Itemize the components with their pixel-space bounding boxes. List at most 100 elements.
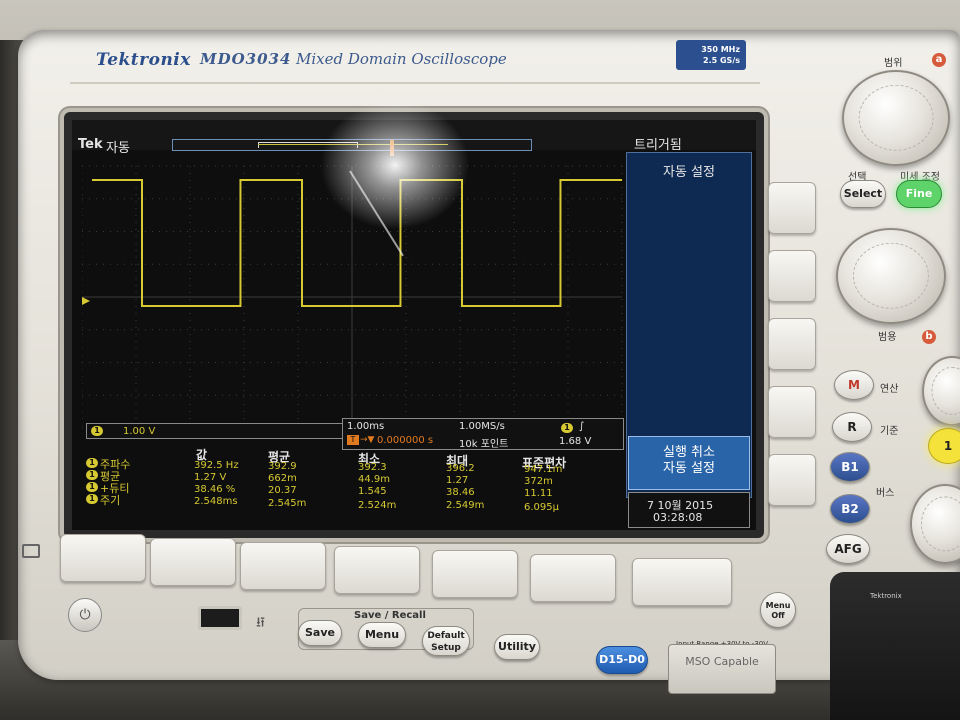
spec-sample-rate: 2.5 GS/s (703, 56, 740, 65)
undo-autoset-button[interactable]: 실행 취소 자동 설정 (628, 436, 750, 490)
meas-mean: 662m (268, 473, 297, 484)
side-bezel-button-1[interactable] (768, 182, 816, 234)
meas-min: 1.545 (358, 486, 387, 497)
save-button[interactable]: Save (298, 620, 342, 646)
side-bezel-button-3[interactable] (768, 318, 816, 370)
default-setup-button[interactable]: Default Setup (422, 626, 470, 656)
reference-button[interactable]: R (832, 412, 872, 442)
save-recall-label: Save / Recall (354, 610, 426, 621)
meas-stddev: 947.1m (524, 464, 563, 475)
date-time-readout[interactable]: 7 10월 2015 03:28:08 (628, 492, 750, 528)
meas-chip: 1 (86, 470, 98, 480)
meas-max: 2.549m (446, 500, 485, 511)
channel1-waveform (92, 179, 622, 307)
meas-min: 392.3 (358, 462, 387, 473)
channel1-ground-marker[interactable] (82, 297, 90, 305)
tek-label: Tek (78, 137, 103, 152)
meas-stddev: 11.11 (524, 488, 553, 499)
side-menu-title: 자동 설정 (663, 165, 715, 180)
meas-stddev: 6.095μ (524, 502, 559, 513)
side-bezel-button-5[interactable] (768, 454, 816, 506)
channel1-scale: 1.00 V (123, 426, 156, 437)
mso-capable-cover: MSO Capable (668, 644, 776, 694)
meas-label-period: 주기 (100, 494, 121, 507)
sample-rate: 1.00MS/s (459, 421, 505, 432)
horizontal-delay: 0.000000 s (377, 435, 434, 446)
reference-label: 기준 (880, 426, 899, 437)
bottom-bezel-button-2[interactable] (150, 538, 236, 586)
brand-logo: Tektronix (96, 50, 191, 70)
power-button[interactable]: ⏻ (68, 598, 102, 632)
record-trace (258, 144, 448, 145)
math-label: 연산 (880, 384, 899, 395)
meas-value: 2.548ms (194, 496, 238, 507)
meas-chip: 1 (86, 482, 98, 492)
meas-min: 2.524m (358, 500, 397, 511)
grid-lines (82, 165, 623, 429)
record-view-bar (172, 139, 532, 151)
multipurpose-knob-b[interactable] (836, 228, 946, 324)
trigger-status: 트리거됨 (634, 138, 682, 153)
meas-max: 396.2 (446, 463, 475, 474)
math-button[interactable]: M (834, 370, 874, 400)
meas-max: 1.27 (446, 475, 469, 486)
meas-stddev: 372m (524, 476, 553, 487)
side-bezel-button-4[interactable] (768, 386, 816, 438)
meas-value: 38.46 % (194, 484, 236, 495)
digital-channels-button[interactable]: D15-D0 (596, 646, 648, 674)
bottom-bezel-button-7[interactable] (632, 558, 732, 606)
trigger-marker: T (347, 435, 359, 445)
bottom-bezel-button-3[interactable] (240, 542, 326, 590)
bottom-bezel-button-4[interactable] (334, 546, 420, 594)
probe-label: Tektronix (870, 592, 902, 600)
oscilloscope-screen[interactable]: Tek 자동 트리거됨 자동 설정 실행 취소 자동 설정 1 1.00 V 1… (72, 120, 756, 530)
channel1-chip: 1 (91, 426, 103, 436)
channel1-button[interactable]: 1 (928, 428, 960, 464)
status-bar: Tek 자동 트리거됨 (72, 120, 756, 156)
trigger-level: 1.68 V (559, 436, 592, 447)
timebase-readout[interactable]: 1.00ms 1.00MS/s T →▼ 0.000000 s 10k 포인트 … (342, 418, 624, 450)
delay-arrow-icon: →▼ (360, 435, 375, 445)
bus-b1-button[interactable]: B1 (830, 452, 870, 482)
trigger-position-marker[interactable] (390, 140, 394, 156)
meas-chip: 1 (86, 494, 98, 504)
range-label-a: 범위 (884, 58, 903, 69)
menu-button[interactable]: Menu (358, 622, 406, 648)
usb-port (198, 606, 242, 630)
knob-b-badge: b (922, 330, 936, 344)
meas-value: 1.27 V (194, 472, 227, 483)
record-window (258, 142, 358, 148)
time-per-div: 1.00ms (347, 421, 385, 432)
meas-max: 38.46 (446, 487, 475, 498)
measurement-table: 값 평균 최소 최대 표준편차 1 주파수 392.5 Hz 392.9 392… (86, 448, 626, 528)
undo-autoset-line1: 실행 취소 (663, 445, 715, 460)
range-label-b: 범용 (878, 332, 897, 343)
side-bezel-button-2[interactable] (768, 250, 816, 302)
trigger-slope-icon: ∫ (579, 421, 585, 432)
bottom-bezel-button-6[interactable] (530, 554, 616, 602)
device-subtitle: Mixed Domain Oscilloscope (296, 50, 507, 68)
clock-time: 03:28:08 (653, 511, 703, 524)
bottom-bezel-button-5[interactable] (432, 550, 518, 598)
afg-button[interactable]: AFG (826, 534, 870, 564)
meas-mean: 392.9 (268, 461, 297, 472)
printer-icon[interactable] (22, 544, 40, 558)
acquisition-mode: 자동 (106, 141, 130, 156)
meas-mean: 2.545m (268, 498, 307, 509)
menu-off-button[interactable]: Menu Off (760, 592, 796, 628)
channel1-readout[interactable]: 1 1.00 V (86, 423, 344, 439)
meas-value: 392.5 Hz (194, 460, 239, 471)
utility-button[interactable]: Utility (494, 634, 540, 660)
usb-icon: ⭿ (256, 615, 266, 631)
knob-a-badge: a (932, 53, 946, 67)
fine-button[interactable]: Fine (896, 180, 942, 208)
meas-chip: 1 (86, 458, 98, 468)
select-button[interactable]: Select (840, 180, 886, 208)
multipurpose-knob-a[interactable] (842, 70, 950, 166)
spec-badge: 350 MHz 2.5 GS/s (676, 40, 746, 70)
spec-bandwidth: 350 MHz (701, 45, 740, 54)
trigger-source-chip: 1 (561, 423, 573, 433)
bus-b2-button[interactable]: B2 (830, 494, 870, 524)
bottom-bezel-button-1[interactable] (60, 534, 146, 582)
meas-min: 44.9m (358, 474, 391, 485)
